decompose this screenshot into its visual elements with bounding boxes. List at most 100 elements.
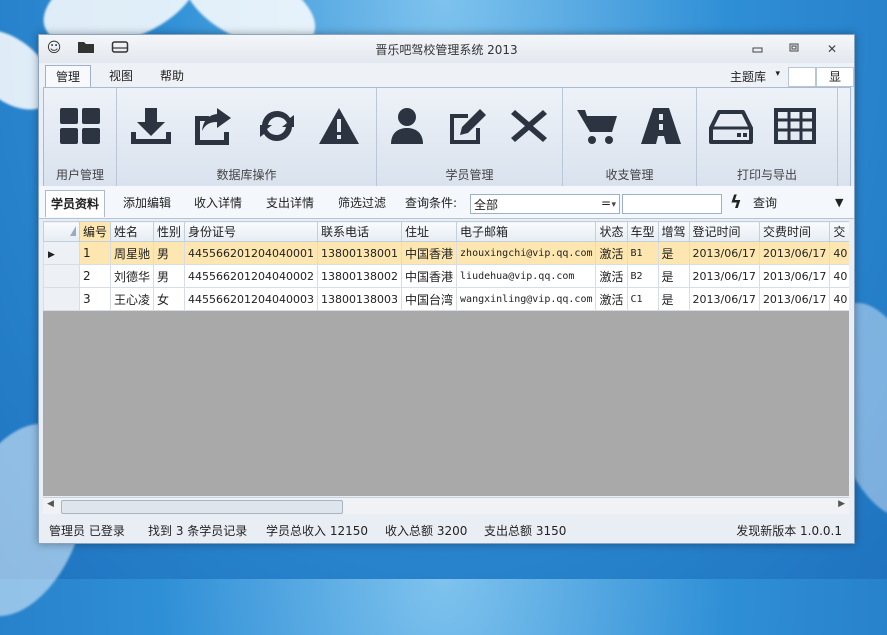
table-cell[interactable]: 40: [829, 264, 849, 288]
table-cell[interactable]: 13800138003: [317, 287, 403, 311]
horizontal-scrollbar[interactable]: ◀ ▶: [43, 497, 849, 514]
table-cell[interactable]: liudehua@vip.qq.com: [456, 264, 597, 288]
column-header[interactable]: 身份证号: [184, 221, 319, 242]
user-management-button[interactable]: [58, 106, 102, 146]
table-cell[interactable]: 445566201204040002: [184, 264, 319, 288]
table-cell[interactable]: 中国香港: [401, 241, 458, 265]
income-button[interactable]: [575, 106, 619, 146]
column-header[interactable]: 姓名: [110, 221, 155, 242]
tab-add-edit[interactable]: 添加编辑: [123, 192, 171, 214]
chevron-down-icon[interactable]: ▾: [775, 69, 780, 79]
tab-expense-details[interactable]: 支出详情: [266, 192, 314, 214]
table-cell[interactable]: 激活: [595, 264, 628, 288]
row-selector[interactable]: [43, 264, 80, 288]
column-header[interactable]: 联系电话: [317, 221, 403, 242]
table-cell[interactable]: 2013/06/17: [688, 241, 760, 265]
table-cell[interactable]: 王心凌: [110, 287, 155, 311]
column-header[interactable]: 交费时间: [758, 221, 831, 242]
warning-icon: [319, 108, 359, 144]
column-header[interactable]: 增驾: [657, 221, 690, 242]
table-cell[interactable]: 13800138001: [317, 241, 403, 265]
table-cell[interactable]: 刘德华: [110, 264, 155, 288]
row-selector[interactable]: ▶: [43, 241, 80, 265]
table-cell[interactable]: 是: [657, 241, 690, 265]
table-cell[interactable]: B1: [626, 241, 659, 265]
scroll-left-icon[interactable]: ◀: [47, 499, 54, 509]
close-button[interactable]: ✕: [820, 41, 844, 57]
table-row[interactable]: ▶ 1 周星驰 男 445566201204040001 13800138001…: [43, 241, 849, 265]
table-cell[interactable]: 13800138002: [317, 264, 403, 288]
export-table-button[interactable]: [773, 106, 817, 146]
warning-button[interactable]: [317, 106, 361, 146]
table-cell[interactable]: 男: [153, 241, 186, 265]
scroll-right-icon[interactable]: ▶: [838, 499, 845, 509]
table-cell[interactable]: 445566201204040003: [184, 287, 319, 311]
delete-student-button[interactable]: [507, 106, 551, 146]
display-button[interactable]: 显: [816, 67, 854, 87]
road-icon: [641, 108, 681, 144]
table-cell[interactable]: wangxinling@vip.qq.com: [456, 287, 597, 311]
print-button[interactable]: [709, 106, 753, 146]
table-cell[interactable]: 1: [78, 241, 112, 265]
chevron-down-icon[interactable]: ▼: [835, 192, 843, 214]
table-cell[interactable]: 是: [657, 264, 690, 288]
refresh-button[interactable]: [255, 106, 299, 146]
export-button[interactable]: [191, 106, 235, 146]
menu-tab-help[interactable]: 帮助: [150, 65, 194, 87]
tab-income-details[interactable]: 收入详情: [194, 192, 242, 214]
delete-icon: [511, 110, 547, 142]
query-icon[interactable]: ϟ: [730, 192, 742, 214]
theme-toggle[interactable]: [788, 67, 816, 87]
table-cell[interactable]: 40: [829, 241, 849, 265]
table-cell[interactable]: 男: [153, 264, 186, 288]
column-header[interactable]: 交: [829, 221, 849, 242]
table-cell[interactable]: 2013/06/17: [758, 287, 831, 311]
query-condition-select[interactable]: 全部 ▾: [470, 194, 620, 214]
query-button[interactable]: 查询: [753, 192, 777, 214]
scrollbar-thumb[interactable]: [61, 500, 343, 514]
tab-filter[interactable]: 筛选过滤: [338, 192, 386, 214]
table-cell[interactable]: C1: [626, 287, 659, 311]
ribbon-group-student: 学员管理: [377, 88, 563, 186]
table-cell[interactable]: 2013/06/17: [758, 241, 831, 265]
column-header[interactable]: 电子邮箱: [456, 221, 597, 242]
row-selector[interactable]: [43, 287, 80, 311]
column-header[interactable]: 登记时间: [688, 221, 760, 242]
table-cell[interactable]: 2013/06/17: [688, 287, 760, 311]
table-cell[interactable]: 2013/06/17: [688, 264, 760, 288]
table-cell[interactable]: 2013/06/17: [758, 264, 831, 288]
table-cell[interactable]: zhouxingchi@vip.qq.com: [456, 241, 597, 265]
add-student-button[interactable]: [385, 106, 429, 146]
table-cell[interactable]: 是: [657, 287, 690, 311]
table-cell[interactable]: 40: [829, 287, 849, 311]
restore-button[interactable]: [782, 41, 806, 57]
table-cell[interactable]: 激活: [595, 241, 628, 265]
table-cell[interactable]: 中国香港: [401, 264, 458, 288]
expense-button[interactable]: [639, 106, 683, 146]
minimize-button[interactable]: [746, 41, 770, 57]
column-header[interactable]: 编号: [78, 221, 112, 242]
table-row[interactable]: 3 王心凌 女 445566201204040003 13800138003 中…: [43, 287, 849, 311]
edit-student-button[interactable]: [446, 106, 490, 146]
table-cell[interactable]: 女: [153, 287, 186, 311]
import-button[interactable]: [129, 106, 173, 146]
new-version-link[interactable]: 发现新版本 1.0.0.1: [736, 522, 842, 539]
theme-dropdown[interactable]: 主题库: [730, 68, 766, 85]
menu-tab-view[interactable]: 视图: [99, 65, 143, 87]
table-cell[interactable]: 激活: [595, 287, 628, 311]
table-cell[interactable]: 2: [78, 264, 112, 288]
tab-student-info[interactable]: 学员资料: [45, 190, 106, 217]
column-header[interactable]: 状态: [595, 221, 628, 242]
table-cell[interactable]: 周星驰: [110, 241, 155, 265]
menu-tab-manage[interactable]: 管理: [45, 65, 92, 88]
column-header[interactable]: 车型: [626, 221, 659, 242]
table-cell[interactable]: 中国台湾: [401, 287, 458, 311]
table-cell[interactable]: 3: [78, 287, 112, 311]
table-cell[interactable]: B2: [626, 264, 659, 288]
select-all-corner[interactable]: [43, 221, 80, 242]
query-value-input[interactable]: [622, 194, 722, 214]
column-header[interactable]: 性别: [153, 221, 186, 242]
table-row[interactable]: 2 刘德华 男 445566201204040002 13800138002 中…: [43, 264, 849, 288]
table-cell[interactable]: 445566201204040001: [184, 241, 319, 265]
column-header[interactable]: 住址: [401, 221, 458, 242]
